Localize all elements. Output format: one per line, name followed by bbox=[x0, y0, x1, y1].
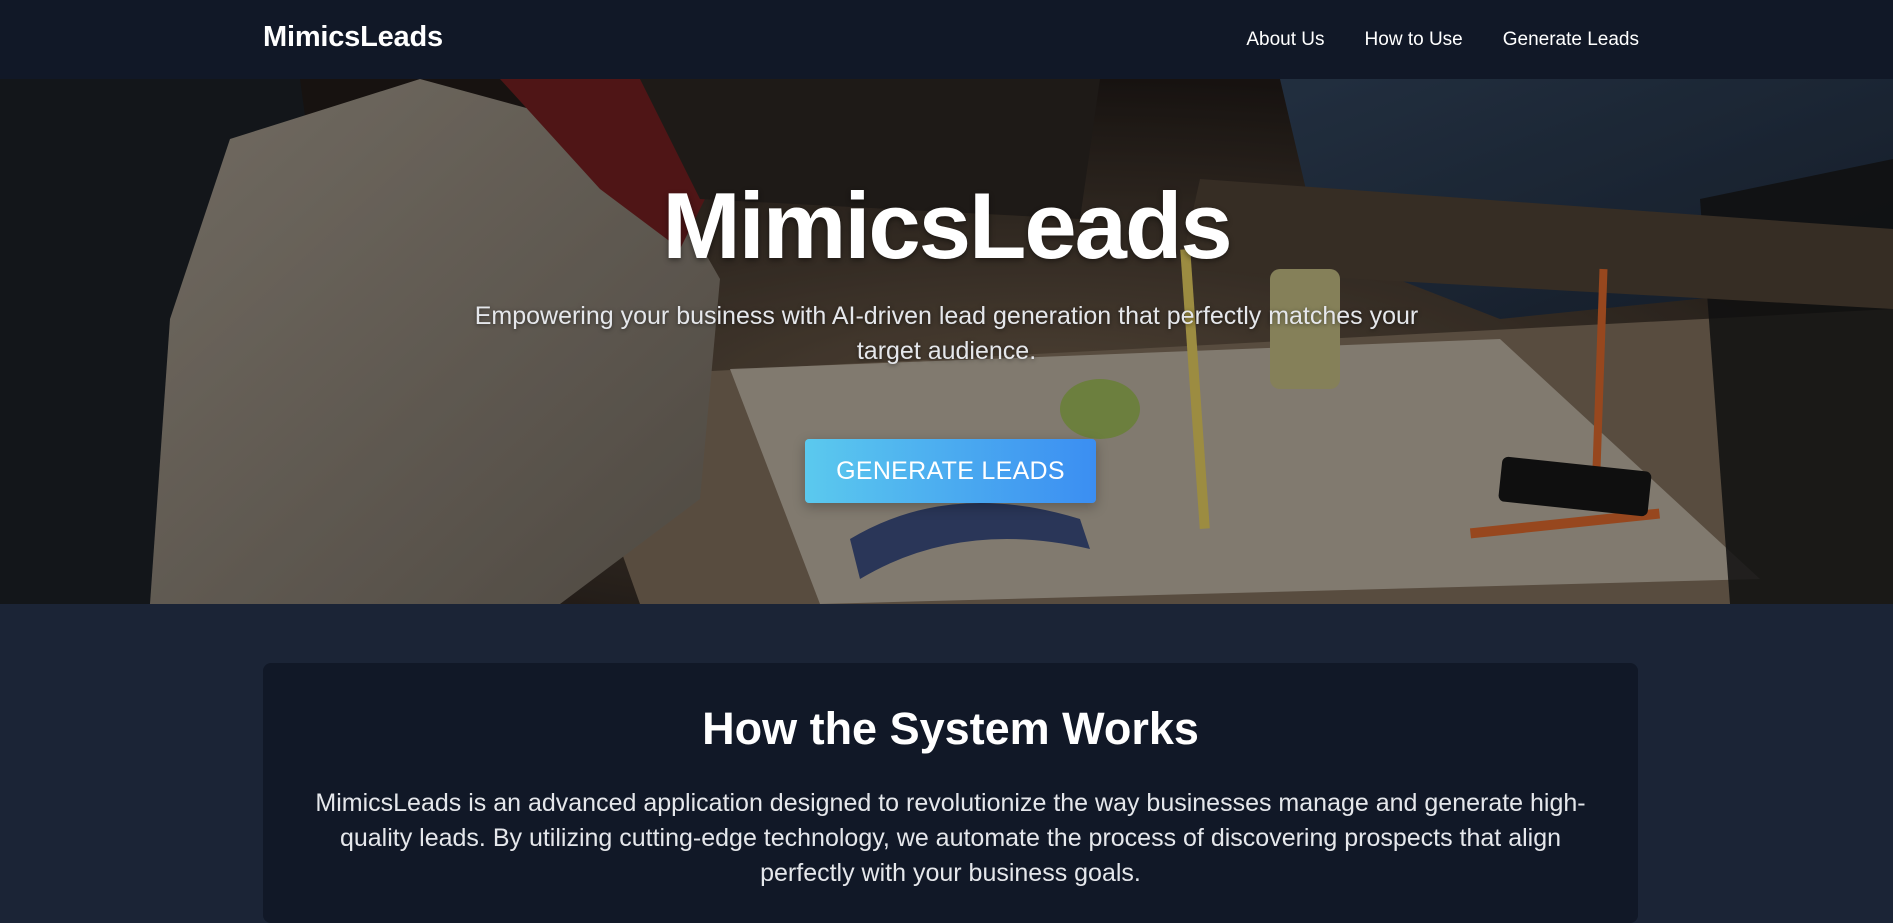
nav-link-generate-leads[interactable]: Generate Leads bbox=[1503, 29, 1639, 51]
how-it-works-card: How the System Works MimicsLeads is an a… bbox=[263, 663, 1638, 923]
nav-link-about-us[interactable]: About Us bbox=[1246, 29, 1324, 51]
hero-section: MimicsLeads Empowering your business wit… bbox=[0, 79, 1893, 604]
how-it-works-section: How the System Works MimicsLeads is an a… bbox=[0, 604, 1893, 923]
generate-leads-button[interactable]: GENERATE LEADS bbox=[805, 439, 1096, 503]
brand-logo-link[interactable]: MimicsLeads bbox=[263, 21, 443, 54]
section-title: How the System Works bbox=[702, 703, 1199, 754]
hero-subtitle: Empowering your business with AI-driven … bbox=[474, 302, 1419, 365]
section-description: MimicsLeads is an advanced application d… bbox=[315, 789, 1586, 887]
nav-links: About Us How to Use Generate Leads bbox=[1246, 0, 1639, 79]
hero-title: MimicsLeads bbox=[662, 173, 1232, 278]
top-navbar: MimicsLeads About Us How to Use Generate… bbox=[0, 0, 1893, 79]
hero-content: MimicsLeads Empowering your business wit… bbox=[0, 79, 1893, 604]
nav-link-how-to-use[interactable]: How to Use bbox=[1365, 29, 1463, 51]
